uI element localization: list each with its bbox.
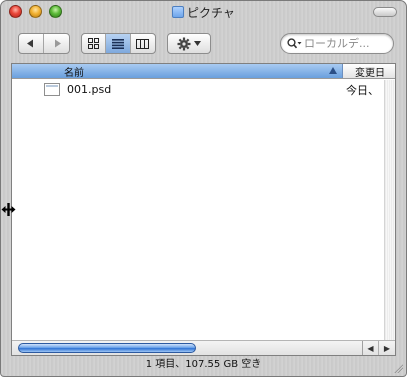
scroll-left-button[interactable]: ◀ <box>363 341 379 355</box>
action-menu-inner[interactable] <box>168 34 210 53</box>
list-view-icon <box>112 38 125 49</box>
forward-button[interactable] <box>44 34 69 53</box>
chevron-down-icon <box>194 41 201 46</box>
finder-window: ピクチャ ローカルデ... 名前 変更日 001.psd 今日、 ◀ ▶ 1 項… <box>0 0 407 377</box>
vertical-scrollbar[interactable] <box>384 80 395 341</box>
search-input[interactable] <box>304 37 390 50</box>
icon-view-button[interactable] <box>82 34 107 53</box>
column-header-date-label: 変更日 <box>355 67 385 79</box>
list-item[interactable]: 001.psd 今日、 <box>12 80 387 99</box>
arrow-right-icon <box>54 39 61 48</box>
scroll-right-button[interactable]: ▶ <box>379 341 395 355</box>
psd-file-icon <box>44 83 60 96</box>
column-view-button[interactable] <box>131 34 155 53</box>
column-header-date[interactable]: 変更日 <box>343 64 395 79</box>
toolbar-toggle-button[interactable] <box>373 7 397 17</box>
search-icon <box>287 38 302 49</box>
navigation-buttons <box>18 33 70 54</box>
search-field[interactable] <box>280 33 394 54</box>
back-button[interactable] <box>19 34 45 53</box>
status-text: 1 項目、107.55 GB 空き <box>145 359 262 370</box>
gear-icon <box>177 37 191 50</box>
icon-view-icon <box>88 38 100 49</box>
action-menu-button[interactable] <box>167 33 211 54</box>
arrow-left-icon <box>27 39 33 48</box>
window-title: ピクチャ <box>1 4 406 21</box>
resize-grip-icon[interactable] <box>393 363 403 373</box>
column-header-name[interactable]: 名前 <box>12 64 343 79</box>
toolbar <box>1 23 406 61</box>
scroll-arrows: ◀ ▶ <box>362 341 395 355</box>
folder-icon <box>172 6 185 18</box>
horizontal-scroll-thumb[interactable] <box>18 343 196 353</box>
column-header-name-label: 名前 <box>64 67 84 79</box>
list-header: 名前 変更日 <box>12 64 395 79</box>
horizontal-scrollbar[interactable]: ◀ ▶ <box>12 340 395 355</box>
list-view-button[interactable] <box>106 34 131 53</box>
window-title-text: ピクチャ <box>187 6 235 20</box>
title-bar[interactable]: ピクチャ <box>1 1 406 23</box>
file-name: 001.psd <box>67 83 112 96</box>
column-view-icon <box>136 38 150 49</box>
status-bar: 1 項目、107.55 GB 空き <box>1 357 406 376</box>
sort-ascending-icon <box>329 67 337 74</box>
file-modified-date: 今日、 <box>346 83 379 97</box>
resize-cursor-icon <box>1 203 16 216</box>
file-list: 名前 変更日 001.psd 今日、 ◀ ▶ <box>11 63 396 356</box>
view-mode-buttons <box>81 33 156 54</box>
